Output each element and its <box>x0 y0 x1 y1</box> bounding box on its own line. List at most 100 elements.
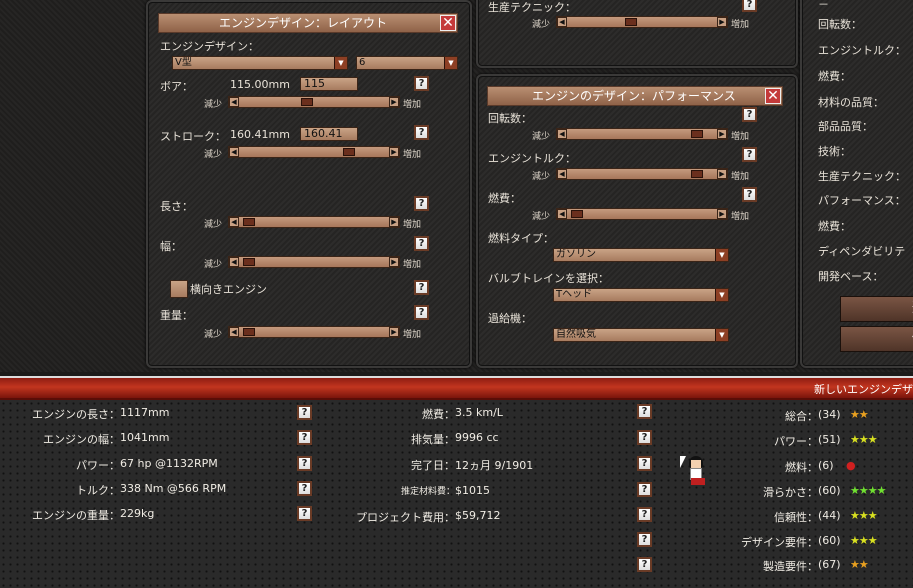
stat-label: エンジンの幅： <box>43 433 120 446</box>
induction-select[interactable]: 自然吸気 ▼ <box>553 328 729 342</box>
bore-value: 115.00mm <box>230 78 290 91</box>
save-button[interactable]: 保 <box>840 326 913 352</box>
arrow-left-icon[interactable]: ◀ <box>229 327 239 337</box>
slider-thumb[interactable] <box>571 210 583 218</box>
increase-label: 増加 <box>403 150 422 160</box>
bore-input[interactable]: 115 <box>300 77 358 91</box>
slider-thumb[interactable] <box>301 98 313 106</box>
chevron-down-icon: ▼ <box>444 57 457 69</box>
stat-label: トルク： <box>76 484 120 497</box>
help-icon[interactable]: ? <box>637 482 652 497</box>
arrow-right-icon[interactable]: ▶ <box>717 209 727 219</box>
weight-slider[interactable]: ◀ ▶ <box>228 326 400 338</box>
arrow-left-icon[interactable]: ◀ <box>557 209 567 219</box>
slider-thumb[interactable] <box>243 218 255 226</box>
engine-type-select[interactable]: V型 ▼ <box>172 56 348 70</box>
fuel-type-select[interactable]: ガソリン ▼ <box>553 248 729 262</box>
help-icon[interactable]: ? <box>414 305 429 320</box>
arrow-left-icon[interactable]: ◀ <box>557 129 567 139</box>
rating-value: (67) <box>818 558 841 571</box>
stat-label: 燃費： <box>422 408 455 421</box>
help-icon[interactable]: ? <box>742 0 757 12</box>
arrow-left-icon[interactable]: ◀ <box>229 147 239 157</box>
close-icon[interactable]: ✕ <box>440 15 456 31</box>
stat-label: 推定材料費： <box>400 487 455 497</box>
transverse-checkbox[interactable] <box>170 280 188 298</box>
induction-label: 過給機： <box>488 312 532 325</box>
character-face <box>691 460 701 468</box>
slider-thumb[interactable] <box>343 148 355 156</box>
arrow-right-icon[interactable]: ▶ <box>389 147 399 157</box>
help-icon[interactable]: ? <box>637 404 652 419</box>
stroke-slider[interactable]: ◀ ▶ <box>228 146 400 158</box>
arrow-right-icon[interactable]: ▶ <box>717 17 727 27</box>
slider-thumb[interactable] <box>691 130 703 138</box>
weight-label: 重量： <box>160 309 193 322</box>
help-icon[interactable]: ? <box>414 125 429 140</box>
increase-label: 増加 <box>731 212 750 222</box>
increase-label: 増加 <box>731 20 750 30</box>
valvetrain-select[interactable]: Tヘッド ▼ <box>553 288 729 302</box>
stroke-value: 160.41mm <box>230 128 290 141</box>
help-icon[interactable]: ? <box>637 456 652 471</box>
slider-thumb[interactable] <box>243 328 255 336</box>
help-icon[interactable]: ? <box>414 76 429 91</box>
apply-button[interactable]: 適 <box>840 296 913 322</box>
rpm-slider[interactable]: ◀ ▶ <box>556 128 728 140</box>
decrease-label: 減少 <box>204 330 223 340</box>
rating-label: パワー： <box>774 435 818 448</box>
help-icon[interactable]: ? <box>637 507 652 522</box>
increase-label: 増加 <box>403 260 422 270</box>
transverse-label: 横向きエンジン <box>190 283 267 296</box>
rating-value: (51) <box>818 433 841 446</box>
valvetrain-label: バルブトレインを選択： <box>488 272 609 285</box>
slider-thumb[interactable] <box>625 18 637 26</box>
bore-slider[interactable]: ◀ ▶ <box>228 96 400 108</box>
arrow-left-icon[interactable]: ◀ <box>229 97 239 107</box>
arrow-right-icon[interactable]: ▶ <box>389 327 399 337</box>
help-icon[interactable]: ? <box>414 280 429 295</box>
arrow-left-icon[interactable]: ◀ <box>557 169 567 179</box>
chevron-down-icon: ▼ <box>715 329 728 341</box>
fuel-economy-slider[interactable]: ◀ ▶ <box>556 208 728 220</box>
arrow-right-icon[interactable]: ▶ <box>389 97 399 107</box>
help-icon[interactable]: ? <box>742 107 757 122</box>
arrow-left-icon[interactable]: ◀ <box>229 257 239 267</box>
help-icon[interactable]: ? <box>637 557 652 572</box>
rating-label: 総合： <box>785 410 818 423</box>
rating-label: 燃料： <box>785 461 818 474</box>
rating-stars-icon: ★★ <box>850 558 869 571</box>
production-slider[interactable]: ◀ ▶ <box>556 16 728 28</box>
production-label: 生産テクニック： <box>488 1 576 14</box>
cylinder-select[interactable]: 6 ▼ <box>356 56 458 70</box>
slider-thumb[interactable] <box>691 170 703 178</box>
arrow-left-icon[interactable]: ◀ <box>229 217 239 227</box>
help-icon[interactable]: ? <box>742 147 757 162</box>
help-icon[interactable]: ? <box>414 236 429 251</box>
slider-thumb[interactable] <box>243 258 255 266</box>
help-icon[interactable]: ? <box>742 187 757 202</box>
chevron-down-icon: ▼ <box>715 289 728 301</box>
arrow-right-icon[interactable]: ▶ <box>389 217 399 227</box>
help-icon[interactable]: ? <box>414 196 429 211</box>
summary-item: パフォーマンス： <box>818 194 906 207</box>
torque-slider[interactable]: ◀ ▶ <box>556 168 728 180</box>
increase-label: 増加 <box>731 172 750 182</box>
summary-item: 開発ベース： <box>818 270 884 283</box>
width-slider[interactable]: ◀ ▶ <box>228 256 400 268</box>
decrease-label: 減少 <box>532 132 551 142</box>
help-icon[interactable]: ? <box>637 430 652 445</box>
arrow-right-icon[interactable]: ▶ <box>389 257 399 267</box>
rating-label: 信頼性： <box>774 511 818 524</box>
assistant-character-icon[interactable] <box>680 454 712 488</box>
rating-stars-icon: ★★★ <box>850 534 878 547</box>
help-icon[interactable]: ? <box>637 532 652 547</box>
arrow-left-icon[interactable]: ◀ <box>557 17 567 27</box>
stroke-input[interactable]: 160.41 <box>300 127 358 141</box>
arrow-right-icon[interactable]: ▶ <box>717 129 727 139</box>
arrow-right-icon[interactable]: ▶ <box>717 169 727 179</box>
rating-value: (60) <box>818 484 841 497</box>
close-icon[interactable]: ✕ <box>765 88 781 104</box>
length-slider[interactable]: ◀ ▶ <box>228 216 400 228</box>
rating-value: (44) <box>818 509 841 522</box>
